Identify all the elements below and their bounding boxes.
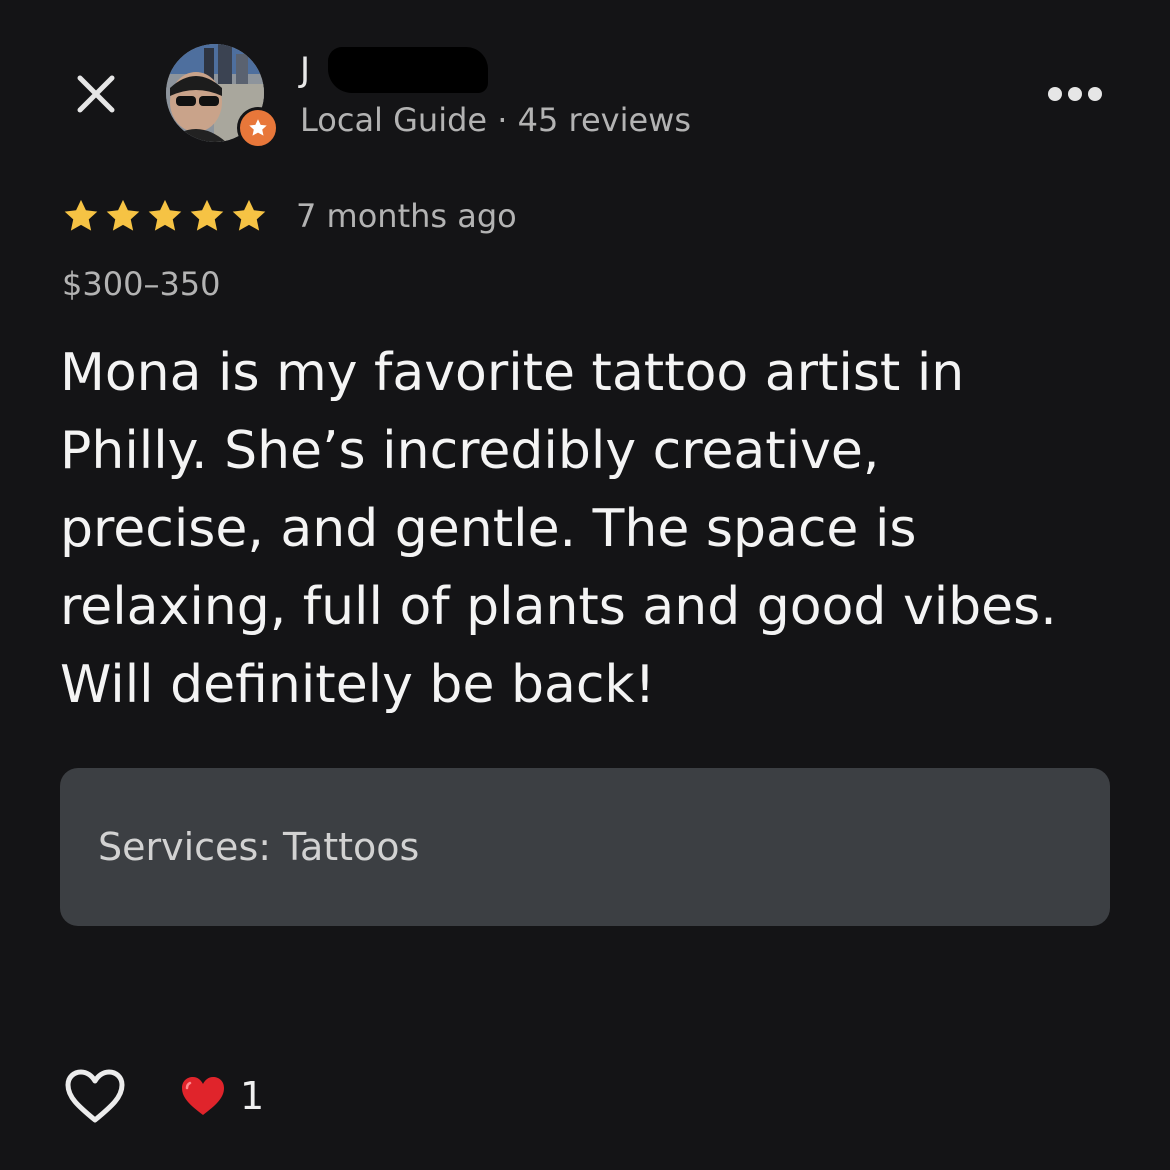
- services-label: Services:: [98, 825, 272, 869]
- star-icon: [106, 199, 140, 231]
- star-icon: [232, 199, 266, 231]
- like-button[interactable]: [62, 1064, 128, 1128]
- reaction-summary[interactable]: 1: [180, 1070, 264, 1122]
- more-horizontal-icon: [1048, 87, 1102, 101]
- local-guide-badge: [237, 107, 279, 149]
- rating-row: 7 months ago: [62, 192, 517, 240]
- review-text: Mona is my favorite tattoo artist in Phi…: [60, 343, 1057, 715]
- redaction-mark: [328, 47, 489, 93]
- review-timestamp: 7 months ago: [296, 197, 517, 235]
- star-icon: [190, 199, 224, 231]
- reaction-count: 1: [240, 1074, 265, 1118]
- services-card: Services: Tattoos: [60, 768, 1110, 926]
- star-rating: [62, 197, 268, 235]
- author-info: J Local Guide · 45 reviews: [300, 44, 691, 142]
- close-icon: [77, 75, 115, 113]
- close-button[interactable]: [68, 66, 124, 122]
- services-value: Tattoos: [283, 825, 420, 869]
- local-guide-star-icon: [249, 119, 267, 136]
- more-options-button[interactable]: [1040, 74, 1110, 114]
- star-icon: [148, 199, 182, 231]
- avatar[interactable]: [166, 44, 279, 149]
- heart-outline-icon: [65, 1069, 125, 1123]
- author-name[interactable]: J: [300, 53, 310, 87]
- star-icon: [64, 199, 98, 231]
- red-heart-icon: [182, 1077, 224, 1115]
- price-range: $300–350: [62, 265, 221, 303]
- author-meta: Local Guide · 45 reviews: [300, 101, 691, 139]
